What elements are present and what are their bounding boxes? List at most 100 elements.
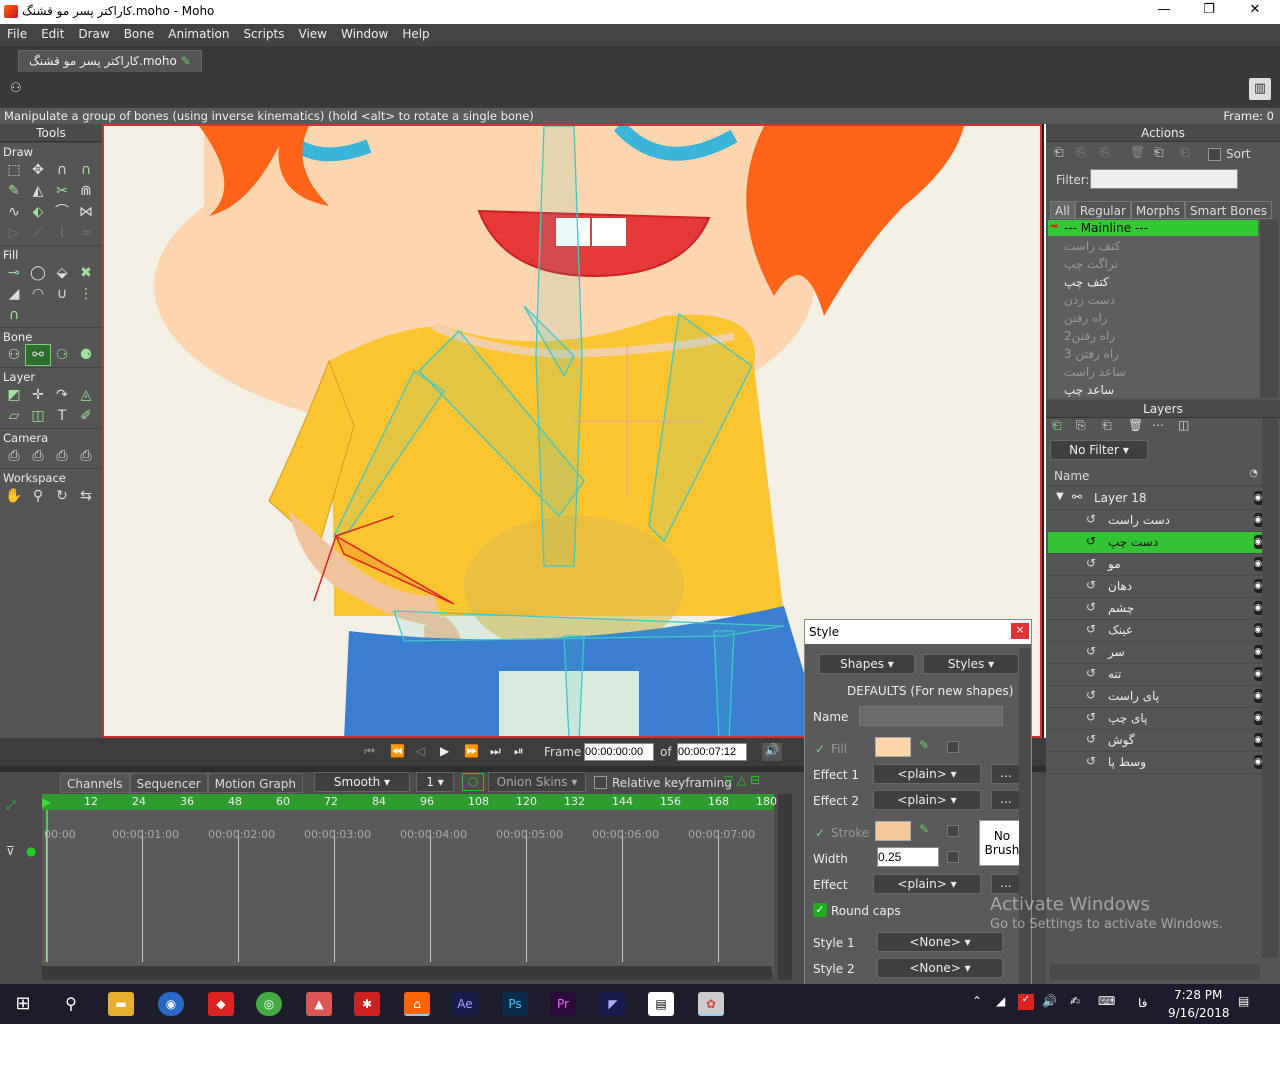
app-red-icon[interactable]: ◆ bbox=[208, 992, 234, 1016]
roll-camera-icon[interactable]: ⎙ bbox=[50, 446, 74, 466]
action-item[interactable]: راه رفتن 3 bbox=[1064, 347, 1119, 361]
orbit-workspace-icon[interactable]: ⇆ bbox=[74, 486, 98, 506]
menu-animation[interactable]: Animation bbox=[161, 24, 236, 44]
delete-edge-icon[interactable]: ✂ bbox=[50, 181, 74, 201]
magnet-icon[interactable]: ⋒ bbox=[74, 181, 98, 201]
flip-layer-icon[interactable]: ▱ bbox=[2, 406, 26, 426]
rewind-icon[interactable]: ⏮ bbox=[364, 744, 375, 759]
keyboard-icon[interactable]: ⌨ bbox=[1098, 994, 1115, 1008]
add-point-icon[interactable]: ∩ bbox=[74, 160, 98, 180]
hide-edge-icon[interactable]: ◠ bbox=[26, 284, 50, 304]
onion-skins-dropdown[interactable]: Onion Skins ▾ bbox=[488, 772, 586, 792]
draw-shape-icon[interactable]: ◭ bbox=[26, 181, 50, 201]
playhead-icon[interactable]: ▶ bbox=[42, 795, 51, 809]
layer-row[interactable]: ↺سر◉◉ bbox=[1048, 642, 1276, 664]
layer-row[interactable]: ↺دست راست◉◉ bbox=[1048, 510, 1276, 532]
bone-ik-icon[interactable]: ⚇ bbox=[10, 81, 30, 97]
effect2-dropdown[interactable]: <plain> ▾ bbox=[873, 790, 981, 810]
menu-help[interactable]: Help bbox=[395, 24, 436, 44]
color-points-icon[interactable]: ∩ bbox=[2, 305, 26, 325]
premiere-icon[interactable]: Pr bbox=[550, 992, 576, 1016]
total-frames-input[interactable] bbox=[677, 743, 747, 761]
copy-layer-icon[interactable]: ⎗ bbox=[1102, 418, 1112, 433]
style-close-button[interactable]: × bbox=[1011, 623, 1029, 639]
search-icon[interactable]: ⚲ bbox=[58, 992, 84, 1016]
new-action-icon[interactable]: ⎗ bbox=[1054, 145, 1064, 160]
windows-start-icon[interactable]: ⊞ bbox=[10, 992, 36, 1016]
step-back-icon[interactable]: ⏪ bbox=[390, 744, 405, 758]
notifications-icon[interactable]: ▤ bbox=[1238, 994, 1249, 1008]
paint-bucket-icon[interactable]: ⬙ bbox=[50, 263, 74, 283]
after-effects-icon[interactable]: Ae bbox=[452, 992, 478, 1016]
action-item[interactable]: ساعد راست bbox=[1064, 365, 1126, 379]
layer-row[interactable]: ↺گوش◉◉ bbox=[1048, 730, 1276, 752]
prev-key-icon[interactable]: ◁ bbox=[416, 744, 425, 758]
bend-icon[interactable]: ▷ bbox=[2, 223, 26, 243]
onion-skin-icon[interactable]: ○ bbox=[462, 773, 484, 791]
play-icon[interactable]: ▶ bbox=[440, 744, 449, 758]
stroke-color-swatch[interactable] bbox=[875, 821, 911, 841]
loop-icon[interactable]: ⏯ bbox=[514, 744, 524, 759]
tab-channels[interactable]: Channels bbox=[60, 773, 130, 793]
shear-icon[interactable]: ⋈ bbox=[74, 202, 98, 222]
action-item[interactable]: کتف راست bbox=[1064, 239, 1121, 253]
tab-sequencer[interactable]: Sequencer bbox=[129, 773, 208, 793]
media-encoder-icon[interactable]: ◤ bbox=[600, 992, 626, 1016]
tab-regular[interactable]: Regular bbox=[1074, 201, 1131, 219]
document-tab[interactable]: کاراکتر پسر مو قشنگ.moho ✎ bbox=[18, 50, 202, 72]
layer-row[interactable]: ↺دهان◉◉ bbox=[1048, 576, 1276, 598]
round-caps-checkbox[interactable]: ✓ bbox=[813, 903, 827, 917]
width-extra-checkbox[interactable] bbox=[947, 851, 959, 863]
timeline-hscrollbar[interactable] bbox=[42, 966, 772, 980]
menu-file[interactable]: File bbox=[0, 24, 34, 44]
bone-physics-icon[interactable]: ⚆ bbox=[50, 345, 74, 365]
menu-draw[interactable]: Draw bbox=[71, 24, 116, 44]
expand-triangle-icon[interactable]: ▼ bbox=[1056, 491, 1064, 502]
layer-row[interactable]: ↺وسط پا◉◉ bbox=[1048, 752, 1276, 774]
sort-checkbox[interactable] bbox=[1208, 148, 1221, 161]
style-scrollbar[interactable] bbox=[1019, 648, 1031, 986]
menu-window[interactable]: Window bbox=[334, 24, 395, 44]
stroke-eyedropper-icon[interactable]: ✎ bbox=[919, 822, 929, 836]
maximize-button[interactable]: ❐ bbox=[1189, 2, 1229, 22]
stroke-extra-checkbox[interactable] bbox=[947, 825, 959, 837]
delete-action-icon[interactable]: 🗑 bbox=[1130, 145, 1145, 159]
curve-exposure-icon[interactable]: ⋮ bbox=[74, 284, 98, 304]
create-shape-icon[interactable]: ◯ bbox=[26, 263, 50, 283]
stroke-checkbox-icon[interactable]: ✓ bbox=[815, 826, 825, 840]
curvature-icon[interactable]: ∩ bbox=[50, 160, 74, 180]
duplicate-action-icon[interactable]: ⎘ bbox=[1100, 145, 1110, 160]
select-bone-icon[interactable]: ⚇ bbox=[2, 345, 26, 365]
rotate-layer-icon[interactable]: ↷ bbox=[50, 385, 74, 405]
next-key-icon[interactable]: ⏭ bbox=[490, 744, 501, 759]
zoom-camera-icon[interactable]: ⎙ bbox=[26, 446, 50, 466]
shapes-dropdown[interactable]: Shapes ▾ bbox=[819, 654, 915, 674]
track-camera-icon[interactable]: ⎙ bbox=[2, 446, 26, 466]
layer-row-selected[interactable]: ↺دست چپ◉◉ bbox=[1048, 532, 1276, 554]
style2-dropdown[interactable]: <None> ▾ bbox=[877, 958, 1003, 978]
pen-icon[interactable]: ✍ bbox=[1070, 994, 1080, 1008]
file-explorer-icon[interactable]: ▬ bbox=[108, 992, 134, 1016]
action-item-mainline[interactable]: ➡ --- Mainline --- bbox=[1048, 220, 1258, 236]
relative-keyframing-checkbox[interactable] bbox=[594, 776, 607, 789]
scatter-brush-icon[interactable]: ⬖ bbox=[26, 202, 50, 222]
insert-reference-icon[interactable]: ⎗ bbox=[1180, 145, 1190, 160]
manipulate-bones-icon[interactable]: ⚯ bbox=[25, 344, 51, 366]
action-item[interactable]: راه رفتن bbox=[1064, 311, 1108, 325]
layer-row[interactable]: ↺پای چپ◉◉ bbox=[1048, 708, 1276, 730]
paint-app-icon[interactable]: ✿ bbox=[698, 992, 724, 1016]
app-flash-icon[interactable]: ✱ bbox=[354, 992, 380, 1016]
perspective-icon[interactable]: ⌒ bbox=[50, 202, 74, 222]
volume-icon[interactable]: 🔊 bbox=[762, 743, 782, 761]
action-item[interactable]: کتف چپ bbox=[1064, 275, 1109, 289]
language-indicator[interactable]: فا bbox=[1138, 996, 1147, 1010]
video-app-icon[interactable]: ▤ bbox=[648, 992, 674, 1016]
moho-taskbar-icon[interactable]: ⌂ bbox=[404, 992, 430, 1016]
freehand-icon[interactable]: ✎ bbox=[2, 181, 26, 201]
stroke-effect-dropdown[interactable]: <plain> ▾ bbox=[873, 874, 981, 894]
action-item[interactable]: دست زدن bbox=[1064, 293, 1115, 307]
fill-eyedropper-icon[interactable]: ✎ bbox=[919, 738, 929, 752]
effect1-more-button[interactable]: ... bbox=[991, 764, 1021, 784]
app-orange-icon[interactable]: ▲ bbox=[306, 992, 332, 1016]
duplicate-layer-icon[interactable]: ⎘ bbox=[1076, 418, 1086, 433]
